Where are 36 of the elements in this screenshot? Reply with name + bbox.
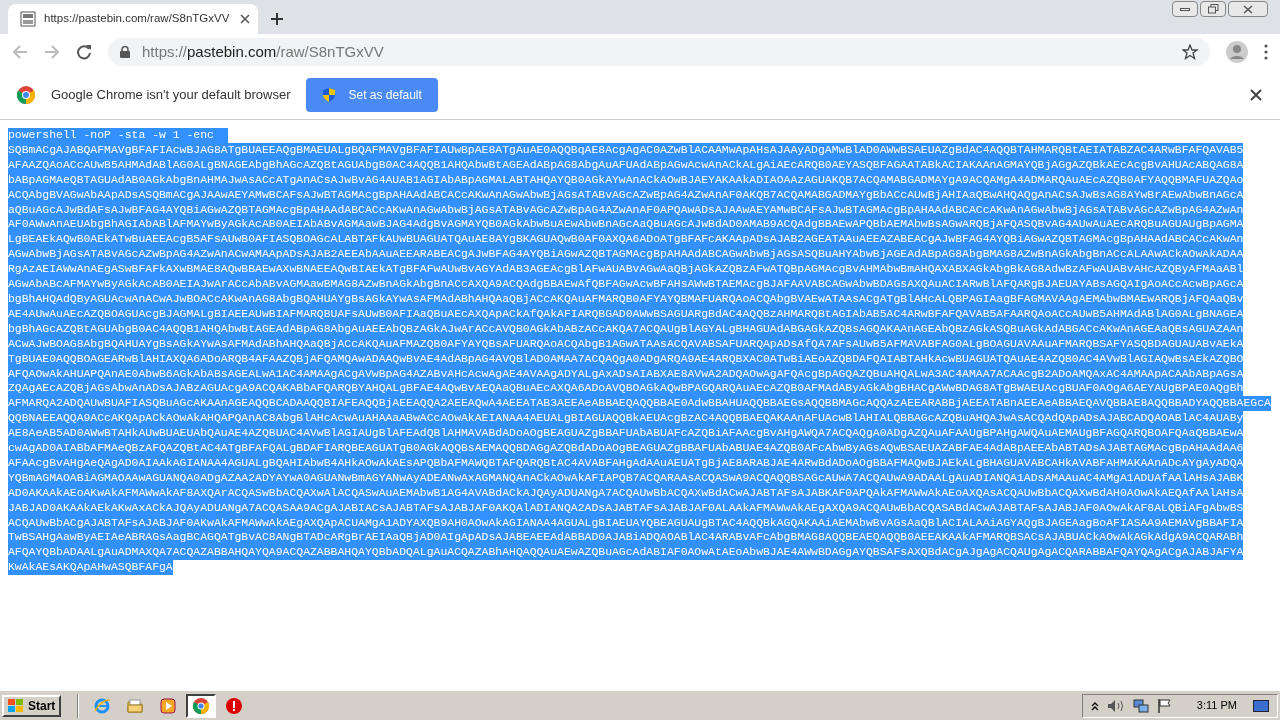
show-desktop-icon[interactable] [1253, 699, 1269, 712]
flag-icon[interactable] [1156, 697, 1173, 714]
chevron-up-icon[interactable] [1090, 700, 1099, 711]
clock[interactable]: 3:11 PM [1196, 697, 1237, 714]
infobar-message: Google Chrome isn't your default browser [51, 85, 291, 104]
close-button[interactable] [1228, 1, 1268, 17]
tab-title: https://pastebin.com/raw/S8nTGxVV [44, 11, 231, 27]
url-text: https://pastebin.com/raw/S8nTGxVV [142, 41, 385, 62]
restore-icon [1207, 4, 1219, 14]
close-icon[interactable] [1250, 88, 1262, 101]
reload-icon[interactable] [76, 44, 92, 60]
speaker-icon[interactable] [1106, 698, 1125, 713]
shield-icon [322, 86, 337, 103]
address-bar[interactable]: https://pastebin.com/raw/S8nTGxVV [108, 38, 1210, 66]
avatar-icon[interactable] [1226, 41, 1248, 63]
page-icon [20, 11, 36, 27]
windows-logo-icon [8, 698, 24, 713]
start-button[interactable]: Start [2, 694, 62, 717]
lock-icon [120, 46, 130, 58]
minimize-icon [1180, 7, 1190, 11]
menu-icon[interactable] [1264, 44, 1268, 60]
ie-icon [93, 696, 112, 715]
stop-icon [225, 696, 244, 715]
star-icon[interactable] [1182, 44, 1198, 60]
network-icon[interactable] [1132, 697, 1149, 714]
browser-tab[interactable]: https://pastebin.com/raw/S8nTGxVV [8, 4, 258, 34]
taskbar-button[interactable] [186, 693, 217, 718]
play-icon [159, 696, 178, 715]
folder-icon [126, 696, 145, 715]
new-tab-icon[interactable] [270, 12, 284, 26]
minimize-button[interactable] [1172, 1, 1198, 17]
chrome-logo-icon [17, 85, 35, 104]
chrome-icon [192, 696, 211, 715]
close-icon [1243, 4, 1253, 14]
restore-button[interactable] [1200, 1, 1226, 17]
close-icon[interactable] [240, 14, 250, 24]
